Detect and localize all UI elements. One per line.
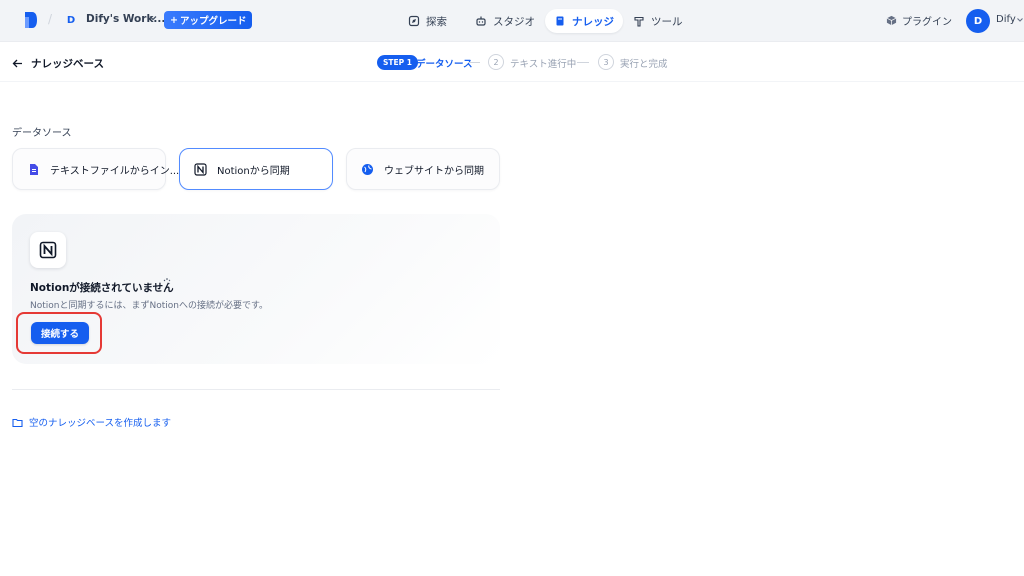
step-2-number: 2: [488, 54, 504, 70]
folder-icon: [12, 418, 23, 427]
divider: [12, 389, 500, 390]
step-2-label: テキスト進行中: [510, 59, 577, 70]
create-empty-knowledge-link[interactable]: 空のナレッジベースを作成します: [12, 415, 171, 429]
loading-spinner-icon: [163, 278, 171, 285]
step-connector: [468, 62, 480, 63]
source-website-label: ウェブサイトから同期: [384, 165, 484, 177]
notion-not-connected-title: Notionが接続されていません: [30, 282, 174, 294]
source-website-option[interactable]: ウェブサイトから同期: [346, 148, 500, 190]
chevron-down-icon[interactable]: [1016, 16, 1024, 24]
step-3-number: 3: [598, 54, 614, 70]
notion-connect-panel: Notionが接続されていません Notionと同期するには、まずNotionへ…: [12, 214, 500, 364]
nav-tools-label: ツール: [651, 15, 683, 28]
nav-tools[interactable]: ツール: [624, 9, 692, 33]
step-1-label: データソース: [416, 59, 473, 70]
back-label: ナレッジベース: [31, 58, 104, 70]
data-source-section-label: データソース: [12, 128, 72, 139]
chevron-down-icon[interactable]: [148, 13, 158, 23]
robot-icon: [476, 16, 486, 26]
hammer-icon: [634, 16, 644, 27]
nav-studio[interactable]: スタジオ: [466, 9, 544, 33]
workspace-avatar[interactable]: D: [62, 11, 80, 29]
user-name[interactable]: Dify: [996, 14, 1016, 25]
nav-studio-label: スタジオ: [493, 15, 535, 28]
connect-highlight-box: 接続する: [16, 312, 102, 354]
nav-explore[interactable]: 探索: [399, 9, 456, 33]
top-navigation-bar: / D Dify's Work... + アップグレード 探索 スタジオ ナレッ…: [0, 0, 1024, 42]
step-1-badge: STEP 1: [377, 55, 418, 70]
source-notion-option[interactable]: Notionから同期: [179, 148, 333, 190]
step-connector: [577, 62, 589, 63]
breadcrumb-separator: /: [48, 12, 53, 26]
plugin-button-label: プラグイン: [902, 17, 952, 28]
nav-knowledge[interactable]: ナレッジ: [545, 9, 623, 33]
back-to-knowledge-button[interactable]: ナレッジベース: [12, 56, 104, 71]
nav-explore-label: 探索: [426, 15, 447, 28]
step-3-label: 実行と完成: [620, 59, 668, 70]
notion-icon: [194, 162, 207, 176]
book-icon: [556, 16, 564, 26]
plugin-button[interactable]: プラグイン: [886, 13, 952, 28]
file-icon: [30, 163, 38, 175]
plus-icon: +: [170, 14, 178, 26]
upgrade-button[interactable]: + アップグレード: [164, 11, 253, 29]
source-text-file-label: テキストファイルからイン...: [50, 165, 180, 177]
user-avatar[interactable]: D: [966, 9, 990, 33]
compass-icon: [408, 15, 420, 27]
notion-icon: [39, 241, 57, 259]
upgrade-button-label: アップグレード: [179, 16, 247, 27]
connect-notion-button[interactable]: 接続する: [31, 322, 89, 344]
cube-icon: [886, 15, 897, 26]
arrow-left-icon: [12, 59, 22, 68]
source-text-file-option[interactable]: テキストファイルからイン...: [12, 148, 179, 190]
globe-icon: [362, 163, 373, 175]
notion-logo: [30, 232, 66, 268]
create-knowledge-header: ナレッジベース STEP 1 データソース 2 テキスト進行中 3 実行と完成: [0, 42, 1024, 82]
source-notion-label: Notionから同期: [217, 165, 290, 177]
notion-connect-description: Notionと同期するには、まずNotionへの接続が必要です。: [30, 301, 269, 311]
create-empty-knowledge-label: 空のナレッジベースを作成します: [29, 418, 172, 429]
dify-logo-icon[interactable]: [24, 11, 38, 29]
nav-knowledge-label: ナレッジ: [572, 15, 614, 28]
